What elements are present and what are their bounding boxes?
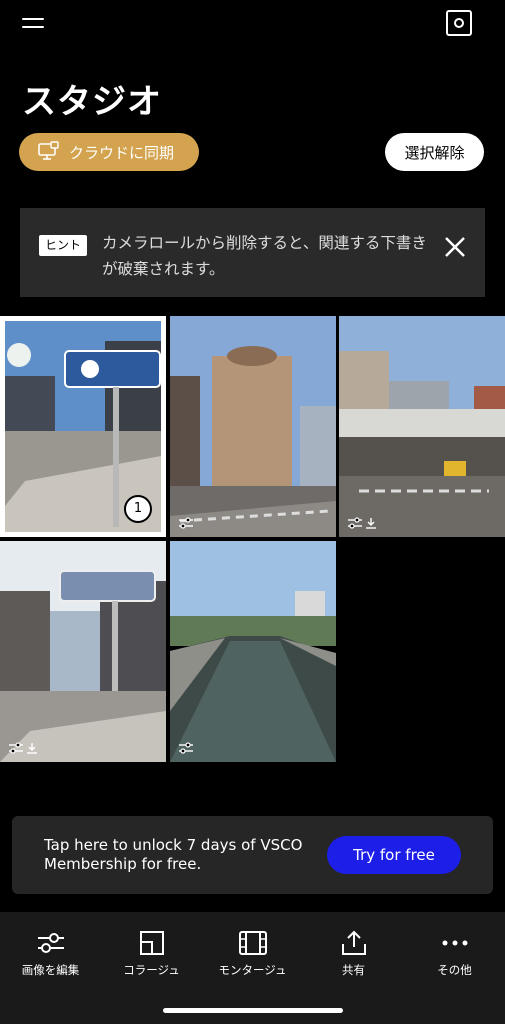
edit-image-label: 画像を編集 <box>21 963 80 977</box>
photo-tile[interactable] <box>170 541 336 762</box>
cloud-sync-button[interactable]: クラウドに同期 <box>19 133 199 171</box>
share-icon <box>341 930 366 955</box>
try-for-free-button[interactable]: Try for free <box>327 836 461 874</box>
close-icon[interactable] <box>440 232 470 262</box>
bridge-street-photo <box>339 316 505 537</box>
edited-icon <box>179 517 193 529</box>
photo-tile[interactable] <box>339 316 505 537</box>
share-label: 共有 <box>342 963 365 977</box>
menu-line <box>22 26 44 28</box>
photo-tile[interactable]: 1 <box>0 316 166 537</box>
share-button[interactable]: 共有 <box>303 912 404 992</box>
more-button[interactable]: その他 <box>404 912 505 992</box>
collage-label: コラージュ <box>123 963 180 977</box>
menu-button[interactable] <box>22 14 48 34</box>
camera-icon <box>454 18 464 28</box>
more-icon <box>442 940 467 946</box>
page-title: スタジオ <box>22 82 162 122</box>
building-photo <box>170 316 336 537</box>
edit-image-button[interactable]: 画像を編集 <box>0 912 101 992</box>
edited-icon <box>348 517 362 529</box>
selection-number-badge: 1 <box>124 495 152 523</box>
canal-photo <box>170 541 336 762</box>
photo-tile[interactable] <box>0 541 166 762</box>
cloud-sync-label: クラウドに同期 <box>69 143 175 162</box>
film-icon <box>238 931 267 955</box>
edited-icon <box>9 742 23 754</box>
deselect-button[interactable]: 選択解除 <box>385 133 484 171</box>
hint-text: カメラロールから削除すると、関連する下書きが破棄されます。 <box>102 234 427 278</box>
hint-banner: ヒント カメラロールから削除すると、関連する下書きが破棄されます。 <box>20 208 485 297</box>
membership-promo-banner[interactable]: Tap here to unlock 7 days of VSCO Member… <box>12 816 493 894</box>
collage-icon <box>139 931 164 955</box>
home-indicator <box>163 1008 343 1013</box>
downloaded-icon <box>366 518 376 529</box>
promo-text: Tap here to unlock 7 days of VSCO Member… <box>44 836 303 873</box>
more-label: その他 <box>437 963 472 977</box>
photo-tile[interactable] <box>170 316 336 537</box>
collage-button[interactable]: コラージュ <box>101 912 202 992</box>
edited-icon <box>179 742 193 754</box>
cloud-sync-icon <box>38 141 59 160</box>
montage-label: モンタージュ <box>218 963 287 977</box>
street-sign-faded-photo <box>0 541 166 762</box>
menu-line <box>22 18 44 20</box>
camera-frame-button[interactable] <box>446 10 472 36</box>
downloaded-icon <box>27 743 37 754</box>
sliders-icon <box>37 933 64 953</box>
montage-button[interactable]: モンタージュ <box>202 912 303 992</box>
hint-badge: ヒント <box>39 235 88 256</box>
